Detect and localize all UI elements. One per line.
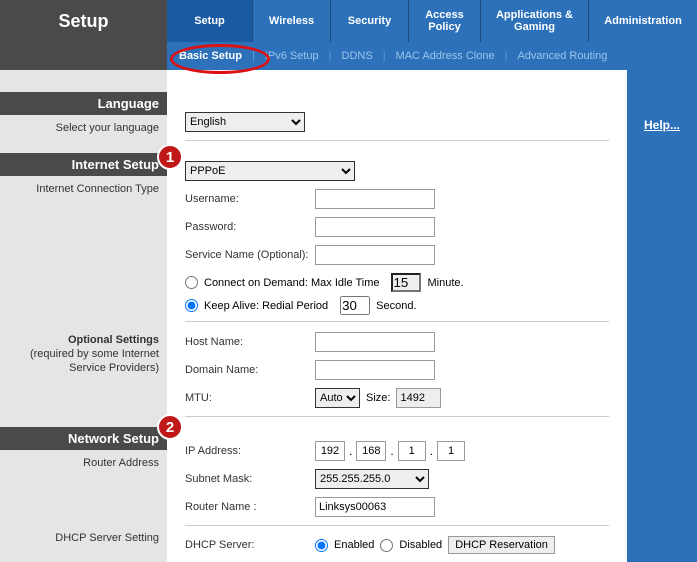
connect-on-demand-radio[interactable]: [185, 276, 198, 289]
separator: |: [329, 50, 332, 62]
tab-access-policy[interactable]: Access Policy: [409, 0, 481, 42]
router-name-input[interactable]: [315, 497, 435, 517]
keep-alive-radio[interactable]: [185, 299, 198, 312]
domain-name-input[interactable]: [315, 360, 435, 380]
connection-type-label: Internet Connection Type: [0, 176, 167, 198]
dot: .: [430, 444, 433, 458]
second-label: Second.: [376, 300, 416, 312]
annotation-badge-2: 2: [157, 414, 183, 440]
domain-name-label: Domain Name:: [185, 364, 315, 376]
password-input[interactable]: [315, 217, 435, 237]
subnav-basic-setup[interactable]: Basic Setup: [179, 50, 242, 62]
network-setup-header: Network Setup: [0, 427, 167, 450]
subnav-ipv6-setup[interactable]: IPv6 Setup: [265, 50, 319, 62]
dhcp-server-label: DHCP Server:: [185, 539, 315, 551]
subnet-mask-select[interactable]: 255.255.255.0: [315, 469, 429, 489]
connection-type-select[interactable]: PPPoE: [185, 161, 355, 181]
mtu-mode-select[interactable]: Auto: [315, 388, 360, 408]
service-name-input[interactable]: [315, 245, 435, 265]
service-name-label: Service Name (Optional):: [185, 249, 315, 261]
keep-alive-label: Keep Alive: Redial Period: [204, 300, 328, 312]
form-area: English PPPoE Username: Password: Servic…: [167, 70, 627, 562]
router-address-label: Router Address: [0, 450, 167, 472]
ip-octet-3[interactable]: [398, 441, 426, 461]
dot: .: [349, 444, 352, 458]
separator: |: [383, 50, 386, 62]
dot: .: [390, 444, 393, 458]
tab-applications-gaming[interactable]: Applications & Gaming: [481, 0, 589, 42]
separator: |: [505, 50, 508, 62]
host-name-label: Host Name:: [185, 336, 315, 348]
minute-label: Minute.: [427, 277, 463, 289]
subnav-mac-clone[interactable]: MAC Address Clone: [396, 50, 495, 62]
mtu-size-input[interactable]: [396, 388, 441, 408]
ip-octet-4[interactable]: [437, 441, 465, 461]
dhcp-reservation-button[interactable]: DHCP Reservation: [448, 536, 555, 554]
help-column: Help...: [627, 70, 697, 562]
separator-line: [185, 140, 609, 141]
username-input[interactable]: [315, 189, 435, 209]
help-link[interactable]: Help...: [644, 118, 680, 132]
tab-security[interactable]: Security: [331, 0, 409, 42]
mtu-label: MTU:: [185, 392, 315, 404]
optional-settings-label: Optional Settings(required by some Inter…: [0, 327, 167, 378]
annotation-badge-1: 1: [157, 144, 183, 170]
password-label: Password:: [185, 221, 315, 233]
left-column: Language Select your language Internet S…: [0, 70, 167, 562]
ip-octet-1[interactable]: [315, 441, 345, 461]
separator-line: [185, 525, 609, 526]
router-name-label: Router Name :: [185, 501, 315, 513]
dhcp-disabled-radio[interactable]: [380, 539, 393, 552]
internet-setup-header: Internet Setup: [0, 153, 167, 176]
username-label: Username:: [185, 193, 315, 205]
separator-line: [185, 416, 609, 417]
sub-nav: Basic Setup | IPv6 Setup | DDNS | MAC Ad…: [167, 42, 697, 70]
size-label: Size:: [366, 392, 390, 404]
language-header: Language: [0, 92, 167, 115]
ip-octet-2[interactable]: [356, 441, 386, 461]
tab-setup[interactable]: Setup: [167, 0, 253, 42]
separator-line: [185, 321, 609, 322]
language-select[interactable]: English: [185, 112, 305, 132]
idle-time-input[interactable]: [391, 273, 421, 292]
subnav-spacer: [0, 42, 167, 70]
ip-address-label: IP Address:: [185, 445, 315, 457]
host-name-input[interactable]: [315, 332, 435, 352]
subnav-ddns[interactable]: DDNS: [342, 50, 373, 62]
page-title: Setup: [0, 0, 167, 42]
subnav-advanced-routing[interactable]: Advanced Routing: [517, 50, 607, 62]
dhcp-setting-label: DHCP Server Setting: [0, 525, 167, 547]
redial-period-input[interactable]: [340, 296, 370, 315]
dhcp-enabled-radio[interactable]: [315, 539, 328, 552]
connect-on-demand-label: Connect on Demand: Max Idle Time: [204, 277, 379, 289]
subnet-mask-label: Subnet Mask:: [185, 473, 315, 485]
enabled-label: Enabled: [334, 539, 374, 551]
tab-wireless[interactable]: Wireless: [253, 0, 331, 42]
separator: |: [252, 50, 255, 62]
disabled-label: Disabled: [399, 539, 442, 551]
tab-administration[interactable]: Administration: [589, 0, 697, 42]
select-language-label: Select your language: [0, 115, 167, 137]
top-nav: Setup Wireless Security Access Policy Ap…: [167, 0, 697, 42]
